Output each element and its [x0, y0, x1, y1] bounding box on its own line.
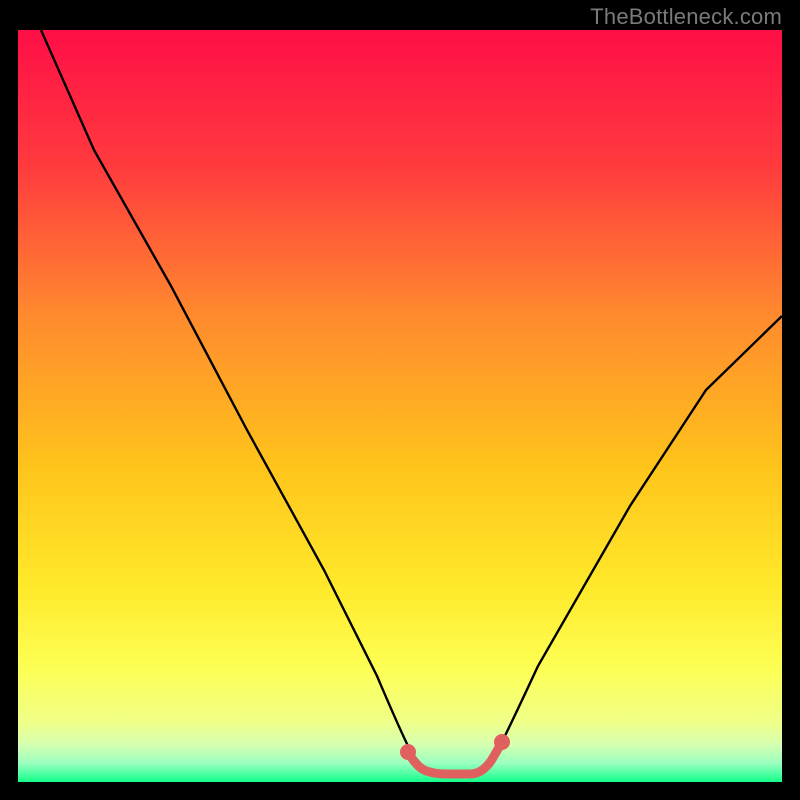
optimal-zone-path	[408, 742, 502, 774]
plot-area	[18, 30, 782, 782]
watermark-text: TheBottleneck.com	[590, 4, 782, 30]
chart-frame: TheBottleneck.com	[0, 0, 800, 800]
optimal-zone	[18, 30, 782, 782]
optimal-zone-dot-right	[494, 734, 510, 750]
plot-outer	[18, 30, 782, 782]
optimal-zone-dot-left	[400, 744, 416, 760]
